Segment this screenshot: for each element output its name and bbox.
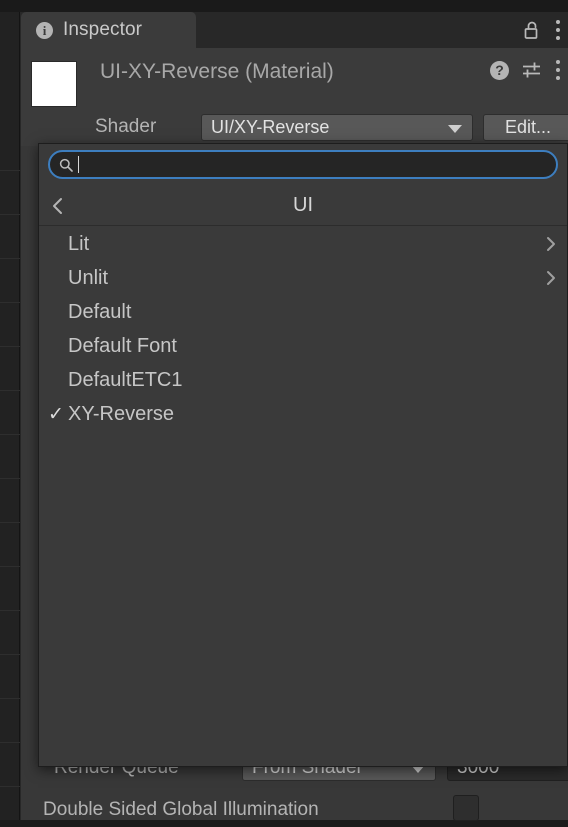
material-title: UI-XY-Reverse (Material) — [100, 60, 334, 83]
panel-divider-line — [0, 434, 20, 435]
shader-dropdown[interactable]: UI/XY-Reverse — [201, 114, 473, 141]
panel-divider-line — [0, 610, 20, 611]
text-caret — [78, 156, 79, 173]
double-sided-gi-label: Double Sided Global Illumination — [43, 799, 319, 820]
preset-button[interactable] — [522, 61, 542, 79]
triangle-down-icon — [448, 124, 462, 133]
list-item[interactable]: Unlit — [39, 261, 567, 295]
panel-divider-line — [0, 214, 20, 215]
panel-divider-line — [0, 170, 20, 171]
kebab-menu-icon — [555, 60, 560, 80]
panel-divider-line — [0, 390, 20, 391]
panel-divider-line — [0, 478, 20, 479]
lock-toggle-button[interactable] — [523, 20, 541, 40]
breadcrumb[interactable]: UI — [39, 186, 567, 226]
panel-divider-line — [0, 654, 20, 655]
material-header-tools: ? — [490, 60, 560, 80]
chevron-right-icon — [545, 270, 557, 286]
unlocked-padlock-icon — [523, 20, 541, 40]
inspector-window: i Inspector UI-XY-Reverse (Material) ? S… — [21, 12, 568, 821]
adjacent-panel-strip — [0, 0, 20, 820]
list-item-selected[interactable]: ✓ XY-Reverse — [39, 397, 567, 431]
tab-tool-buttons — [523, 12, 560, 48]
breadcrumb-title: UI — [293, 194, 313, 216]
shader-list: Lit Unlit Default Default Font DefaultET… — [39, 227, 567, 766]
material-header: UI-XY-Reverse (Material) ? — [21, 48, 568, 108]
info-circle-icon: i — [36, 21, 53, 39]
list-item[interactable]: DefaultETC1 — [39, 363, 567, 397]
row-double-sided-gi: Double Sided Global Illumination — [21, 793, 568, 827]
shader-label: Shader — [95, 116, 157, 137]
list-item-label: Unlit — [68, 266, 109, 289]
kebab-menu-icon — [555, 20, 560, 40]
shader-edit-button[interactable]: Edit... — [483, 114, 568, 141]
window-top-band — [20, 0, 568, 12]
list-item-label: Default — [68, 300, 132, 323]
tab-inspector[interactable]: i Inspector — [21, 12, 196, 48]
panel-divider-line — [0, 698, 20, 699]
settings-sliders-icon — [522, 61, 542, 79]
list-item-label: Default Font — [68, 334, 177, 357]
panel-divider-line — [0, 302, 20, 303]
material-preview-swatch[interactable] — [31, 61, 77, 107]
list-item-label: DefaultETC1 — [68, 368, 183, 391]
list-item[interactable]: Default Font — [39, 329, 567, 363]
panel-divider-line — [0, 258, 20, 259]
chevron-left-icon[interactable] — [51, 197, 65, 215]
material-menu-button[interactable] — [555, 60, 560, 80]
panel-divider-line — [0, 522, 20, 523]
search-input[interactable] — [48, 150, 558, 179]
list-item[interactable]: Default — [39, 295, 567, 329]
panel-divider-line — [0, 566, 20, 567]
shader-selector-popup: UI Lit Unlit Default Default Font Defaul… — [38, 143, 568, 767]
list-item[interactable]: Lit — [39, 227, 567, 261]
check-mark: ✓ — [48, 403, 64, 425]
tab-strip: i Inspector — [21, 12, 568, 48]
unity-editor-root: i Inspector UI-XY-Reverse (Material) ? S… — [0, 0, 568, 821]
chevron-right-icon — [545, 236, 557, 252]
double-sided-gi-checkbox[interactable] — [453, 795, 479, 821]
search-bar — [39, 144, 567, 186]
list-item-label: XY-Reverse — [68, 402, 174, 425]
list-item-label: Lit — [68, 232, 90, 255]
search-icon — [59, 158, 73, 172]
window-menu-button[interactable] — [555, 20, 560, 40]
help-circle-icon: ? — [490, 60, 509, 80]
shader-dropdown-value: UI/XY-Reverse — [211, 117, 330, 137]
help-button[interactable]: ? — [490, 60, 509, 80]
shader-row: Shader UI/XY-Reverse Edit... — [21, 108, 568, 146]
tab-inspector-label: Inspector — [63, 19, 143, 40]
adjacent-panel-top-band — [0, 0, 20, 12]
panel-divider-line — [0, 346, 20, 347]
panel-divider-line — [0, 786, 20, 787]
panel-divider-line — [0, 742, 20, 743]
